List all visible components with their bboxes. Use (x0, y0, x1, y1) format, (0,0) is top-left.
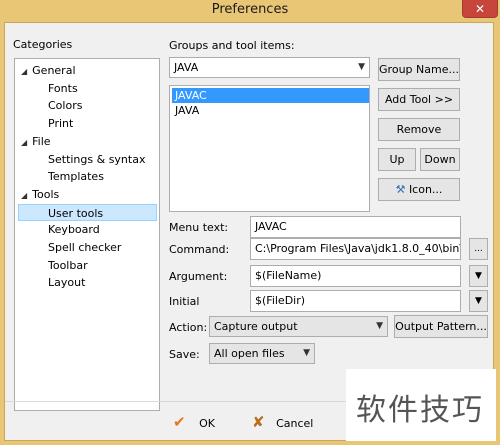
preferences-window: Preferences ✕ Categories ◢ General Fonts Co… (0, 0, 500, 445)
browse-button[interactable]: ... (469, 238, 488, 260)
tree-item-settings-syntax[interactable]: Settings & syntax (48, 151, 145, 168)
watermark-text: 软件技巧 (356, 393, 484, 428)
argument-label: Argument: (169, 270, 228, 283)
list-item[interactable]: JAVA (172, 103, 369, 118)
menu-text-label: Menu text: (169, 221, 229, 234)
tree-item-toolbar[interactable]: Toolbar (48, 257, 88, 274)
title-bar: Preferences ✕ (0, 0, 500, 22)
initial-label: Initial (169, 295, 200, 308)
initial-menu-button[interactable]: ▼ (469, 290, 488, 312)
expand-arrow-icon[interactable]: ◢ (21, 191, 27, 200)
list-item[interactable]: JAVAC (172, 88, 369, 103)
tree-item-label: Keyboard (48, 223, 100, 237)
chevron-down-icon: ▼ (303, 348, 310, 358)
expand-arrow-icon[interactable]: ◢ (21, 138, 27, 147)
checkmark-icon: ✔ (173, 413, 186, 431)
tree-item-general[interactable]: ◢ General (21, 62, 76, 79)
chevron-down-icon: ▼ (376, 321, 383, 331)
command-input[interactable]: C:\Program Files\Java\jdk1.8.0_40\bin\ja (250, 238, 461, 260)
cancel-button[interactable]: ✘ Cancel (252, 413, 313, 431)
action-select-value: Capture output (214, 320, 298, 333)
categories-label: Categories (13, 38, 73, 51)
down-button[interactable]: Down (420, 148, 460, 171)
save-select[interactable]: All open files ▼ (209, 343, 315, 364)
group-name-button[interactable]: Group Name... (378, 58, 460, 81)
tree-item-label: Spell checker (48, 241, 122, 254)
expand-arrow-icon[interactable]: ◢ (21, 67, 27, 76)
tree-item-label: User tools (48, 206, 104, 220)
tree-item-label: Print (48, 117, 74, 131)
tree-item-templates[interactable]: Templates (48, 168, 104, 185)
tree-item-label: Colors (48, 99, 83, 113)
wrench-icon: ⚒ (395, 183, 406, 196)
tree-item-fonts[interactable]: Fonts (48, 80, 78, 97)
tree-item-colors[interactable]: Colors (48, 97, 82, 114)
menu-text-input[interactable]: JAVAC (250, 216, 461, 238)
tree-item-label: Layout (48, 276, 86, 290)
save-label: Save: (169, 348, 200, 361)
tree-item-label: Toolbar (48, 258, 88, 272)
tree-item-label: Tools (32, 187, 60, 201)
tree-item-layout[interactable]: Layout (48, 274, 85, 291)
tree-item-user-tools[interactable]: User tools (18, 203, 157, 221)
tree-item-label: Templates (48, 170, 104, 184)
cancel-label: Cancel (276, 417, 314, 430)
initial-input[interactable]: $(FileDir) (250, 290, 461, 312)
argument-menu-button[interactable]: ▼ (469, 265, 488, 287)
tree-item-label: File (32, 134, 51, 148)
tools-list[interactable]: JAVAC JAVA (169, 85, 370, 212)
chevron-down-icon: ▼ (358, 62, 365, 72)
tree-item-file[interactable]: ◢ File (21, 133, 51, 150)
add-tool-button[interactable]: Add Tool >> (378, 88, 460, 111)
close-button[interactable]: ✕ (462, 0, 498, 18)
argument-input[interactable]: $(FileName) (250, 265, 461, 287)
output-pattern-button[interactable]: Output Pattern... (394, 315, 488, 338)
icon-button[interactable]: ⚒ Icon... (378, 178, 460, 201)
command-label: Command: (169, 243, 230, 256)
tree-item-tools[interactable]: ◢ Tools (21, 186, 59, 203)
tree-item-label: Settings & syntax (48, 152, 146, 166)
group-select[interactable]: JAVA ▼ (169, 57, 370, 78)
window-title: Preferences (211, 2, 289, 17)
categories-tree[interactable]: ◢ General Fonts Colors Print ◢ File Settings & … (14, 58, 160, 411)
tree-item-spell-checker[interactable]: Spell checker (48, 239, 121, 256)
groups-label: Groups and tool items: (169, 39, 295, 52)
icon-button-label: Icon... (408, 183, 443, 196)
save-select-value: All open files (214, 347, 285, 360)
tree-item-label: Fonts (48, 81, 78, 95)
tree-item-print[interactable]: Print (48, 115, 73, 132)
action-select[interactable]: Capture output ▼ (209, 316, 388, 337)
group-select-value: JAVA (174, 61, 199, 74)
ok-button[interactable]: ✔ OK (173, 413, 215, 431)
remove-button[interactable]: Remove (378, 118, 460, 141)
tree-item-label: General (32, 64, 76, 77)
action-label: Action: (169, 321, 208, 334)
ok-label: OK (199, 417, 215, 430)
up-button[interactable]: Up (378, 148, 416, 171)
watermark: 软件技巧 (346, 369, 496, 441)
cancel-x-icon: ✘ (252, 413, 265, 431)
tree-item-keyboard[interactable]: Keyboard (48, 221, 100, 238)
